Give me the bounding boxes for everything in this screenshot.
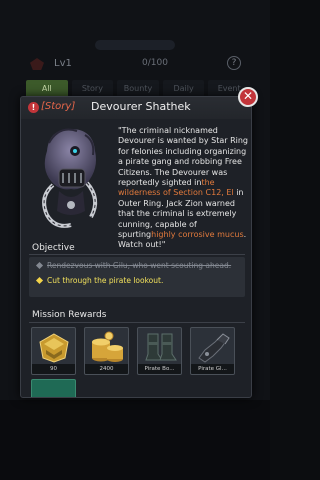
alert-icon: !	[28, 102, 39, 113]
diamond-icon	[35, 276, 44, 285]
pirate-gloves-icon	[198, 333, 230, 363]
top-bar	[95, 40, 175, 50]
close-button[interactable]: ✕	[238, 87, 258, 107]
reward-caption: 2400	[85, 364, 128, 374]
objective-divider	[29, 254, 245, 255]
objective-text: Cut through the pirate lookout.	[47, 276, 164, 285]
reward-pirate-boots[interactable]: Pirate Bo...	[137, 327, 182, 375]
reward-gold-coins[interactable]: 2400	[84, 327, 129, 375]
objective-text: Rendezvous with Gilu, who went scouting …	[47, 261, 232, 270]
reward-caption: Pirate Gl...	[191, 364, 234, 374]
reward-caption: 90	[32, 364, 75, 374]
objective-item-done: Rendezvous with Gilu, who went scouting …	[35, 261, 232, 270]
level-label: Lv1	[54, 58, 72, 69]
objective-list: Rendezvous with Gilu, who went scouting …	[29, 257, 245, 297]
description-text: "The criminal nicknamed Devourer is want…	[118, 126, 249, 188]
reward-rank-badge[interactable]: 90	[31, 327, 76, 375]
objective-heading: Objective	[32, 243, 75, 253]
gold-coins-icon	[92, 331, 123, 362]
devourer-portrait	[42, 128, 98, 228]
rewards-divider	[29, 322, 245, 323]
quest-description: "The criminal nicknamed Devourer is want…	[118, 126, 250, 251]
quest-title: Devourer Shathek	[91, 100, 191, 113]
help-icon[interactable]: ?	[227, 56, 241, 70]
pirate-boots-icon	[145, 333, 177, 361]
quest-type-tag: [Story]	[41, 101, 76, 112]
bottom-shade	[0, 400, 270, 480]
rank-badge-icon	[39, 333, 69, 363]
reward-pirate-gloves[interactable]: Pirate Gl...	[190, 327, 235, 375]
reward-caption: Pirate Bo...	[138, 364, 181, 374]
quest-detail-modal: ! [Story] Devourer Shathek "The criminal…	[20, 96, 252, 398]
journal-header: Lv1 0/100 ?	[20, 52, 250, 78]
quest-count: 0/100	[142, 58, 168, 68]
diamond-icon	[35, 261, 44, 270]
hazard-highlight: highly corrosive mucus	[151, 230, 244, 240]
reward-extra-item[interactable]	[31, 379, 76, 397]
objective-item-active: Cut through the pirate lookout.	[35, 276, 164, 285]
rewards-heading: Mission Rewards	[32, 310, 107, 320]
modal-title-bar: ! [Story] Devourer Shathek	[21, 97, 251, 119]
rank-icon	[30, 58, 44, 70]
